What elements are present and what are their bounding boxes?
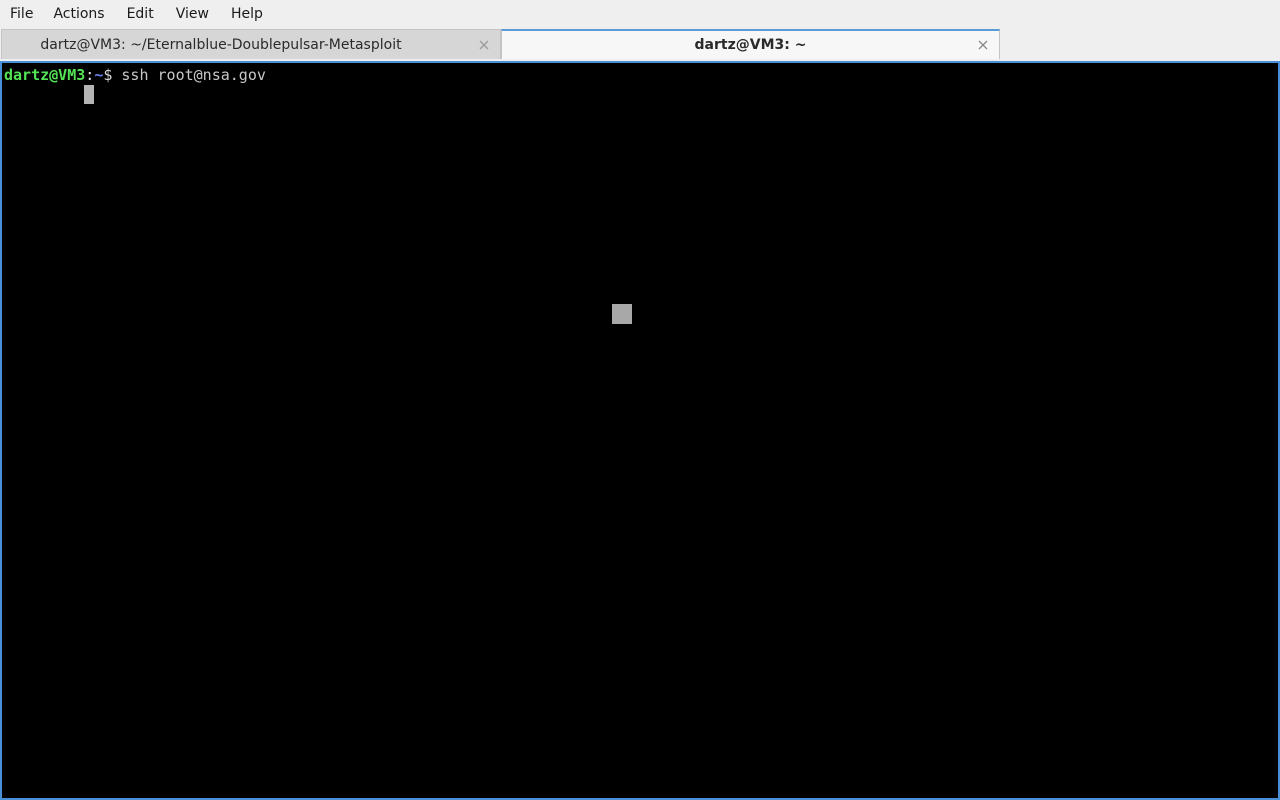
mouse-cursor-block xyxy=(612,304,632,324)
menu-edit[interactable]: Edit xyxy=(119,0,162,29)
terminal-area[interactable]: dartz@VM3:~$ ssh root@nsa.gov xyxy=(0,61,1280,800)
close-icon[interactable] xyxy=(478,39,490,51)
close-icon[interactable] xyxy=(977,39,989,51)
prompt-path: ~ xyxy=(94,66,104,84)
menu-help[interactable]: Help xyxy=(223,0,271,29)
terminal-window: File Actions Edit View Help dartz@VM3: ~… xyxy=(0,0,1280,800)
prompt-colon: : xyxy=(85,66,95,84)
menu-file[interactable]: File xyxy=(0,0,41,29)
menu-view[interactable]: View xyxy=(168,0,217,29)
prompt-dollar: $ xyxy=(103,66,122,84)
tab-label: dartz@VM3: ~/Eternalblue-Doublepulsar-Me… xyxy=(40,36,402,53)
tab-eternalblue[interactable]: dartz@VM3: ~/Eternalblue-Doublepulsar-Me… xyxy=(1,29,501,59)
tab-bar: dartz@VM3: ~/Eternalblue-Doublepulsar-Me… xyxy=(0,29,1280,61)
menu-actions[interactable]: Actions xyxy=(45,0,112,29)
command-text: ssh root@nsa.gov xyxy=(121,66,266,84)
text-cursor xyxy=(84,85,94,104)
prompt-line: dartz@VM3:~$ ssh root@nsa.gov xyxy=(4,66,266,84)
tab-label: dartz@VM3: ~ xyxy=(694,37,807,53)
tab-home[interactable]: dartz@VM3: ~ xyxy=(501,29,1000,59)
menu-bar: File Actions Edit View Help xyxy=(0,0,1280,29)
prompt-user: dartz@VM3 xyxy=(4,66,86,84)
